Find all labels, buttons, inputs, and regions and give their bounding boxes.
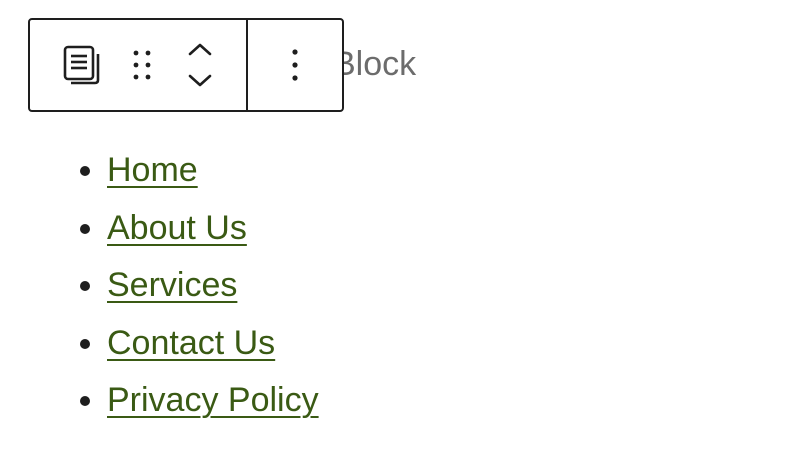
block-toolbar-options-group xyxy=(248,20,342,110)
block-heading: Block xyxy=(333,42,416,86)
list-item: About Us xyxy=(107,200,319,258)
list-item: Contact Us xyxy=(107,315,319,373)
more-vertical-icon xyxy=(292,49,298,81)
block-options-button[interactable] xyxy=(267,33,323,97)
block-mover xyxy=(170,25,230,105)
list-item: Privacy Policy xyxy=(107,372,319,430)
block-type-button[interactable] xyxy=(50,33,114,97)
nav-link-privacy-policy[interactable]: Privacy Policy xyxy=(107,381,319,419)
move-down-button[interactable] xyxy=(187,65,213,97)
nav-link-contact-us[interactable]: Contact Us xyxy=(107,324,275,362)
nav-link-home[interactable]: Home xyxy=(107,151,198,189)
nav-link-services[interactable]: Services xyxy=(107,266,237,304)
navigation-list: Home About Us Services Contact Us Privac… xyxy=(61,142,319,430)
block-heading-text: Block xyxy=(333,45,417,83)
drag-handle-button[interactable] xyxy=(114,33,170,97)
block-toolbar xyxy=(28,18,344,112)
list-item: Home xyxy=(107,142,319,200)
chevron-up-icon xyxy=(188,43,212,56)
list-item: Services xyxy=(107,257,319,315)
block-toolbar-main-group xyxy=(30,20,246,110)
paragraph-block-icon xyxy=(63,45,100,85)
editor-canvas: Block • Home • About Us • Services • Con… xyxy=(0,0,810,460)
move-up-button[interactable] xyxy=(187,33,213,65)
nav-link-about-us[interactable]: About Us xyxy=(107,209,247,247)
drag-handle-icon xyxy=(133,50,151,80)
chevron-down-icon xyxy=(188,74,212,87)
